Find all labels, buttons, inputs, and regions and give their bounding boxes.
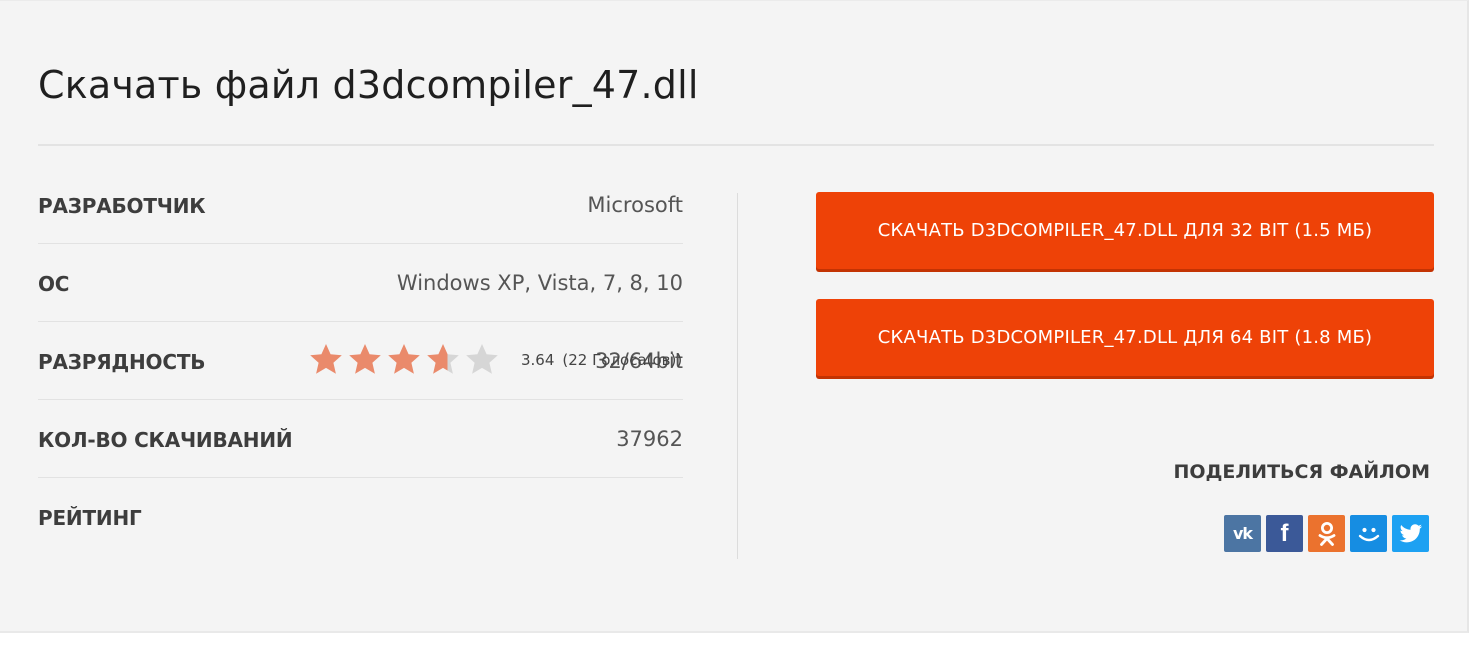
social-share-buttons: vk f — [1224, 515, 1429, 552]
vk-icon: vk — [1232, 524, 1253, 543]
odnoklassniki-share-button[interactable] — [1308, 515, 1345, 552]
info-value: Windows XP, Vista, 7, 8, 10 — [396, 271, 683, 295]
download-64bit-button[interactable]: СКАЧАТЬ D3DCOMPILER_47.DLL ДЛЯ 64 BIT (1… — [816, 299, 1434, 376]
info-row-downloads: КОЛ-ВО СКАЧИВАНИЙ 37962 — [38, 400, 683, 478]
info-label: ОС — [38, 272, 70, 296]
twitter-icon — [1399, 523, 1423, 544]
info-label: РАЗРАБОТЧИК — [38, 194, 206, 218]
rating-star-icon[interactable] — [464, 342, 500, 378]
twitter-share-button[interactable] — [1392, 515, 1429, 552]
info-row-os: ОС Windows XP, Vista, 7, 8, 10 — [38, 244, 683, 322]
rating-star-icon[interactable] — [425, 342, 461, 378]
info-label: КОЛ-ВО СКАЧИВАНИЙ — [38, 428, 293, 452]
page-title: Скачать файл d3dcompiler_47.dll — [38, 63, 699, 107]
rating-text: 3.64 (22 Голоса(ов)) — [521, 351, 682, 369]
info-label: РЕЙТИНГ — [38, 506, 142, 530]
rating-score: 3.64 — [521, 351, 555, 369]
moimir-icon — [1356, 522, 1382, 546]
info-value: Microsoft — [587, 193, 683, 217]
vk-share-button[interactable]: vk — [1224, 515, 1261, 552]
rating-star-icon[interactable] — [386, 342, 422, 378]
title-divider — [38, 144, 1434, 146]
download-card: Скачать файл d3dcompiler_47.dll РАЗРАБОТ… — [0, 0, 1469, 633]
rating-star-icon[interactable] — [308, 342, 344, 378]
info-row-rating: РЕЙТИНГ — [38, 478, 683, 556]
download-32bit-button[interactable]: СКАЧАТЬ D3DCOMPILER_47.DLL ДЛЯ 32 BIT (1… — [816, 192, 1434, 269]
info-value: 37962 — [616, 427, 683, 451]
rating-votes: (22 Голоса(ов)) — [562, 351, 683, 369]
rating-stars[interactable] — [308, 342, 503, 378]
facebook-icon: f — [1280, 519, 1289, 547]
facebook-share-button[interactable]: f — [1266, 515, 1303, 552]
rating-star-icon[interactable] — [347, 342, 383, 378]
odnoklassniki-icon — [1316, 521, 1338, 547]
info-row-developer: РАЗРАБОТЧИК Microsoft — [38, 166, 683, 244]
column-divider — [737, 193, 738, 559]
rating-widget: 3.64 (22 Голоса(ов)) — [308, 342, 682, 378]
share-title: ПОДЕЛИТЬСЯ ФАЙЛОМ — [1173, 461, 1430, 483]
info-label: РАЗРЯДНОСТЬ — [38, 350, 206, 374]
moimir-share-button[interactable] — [1350, 515, 1387, 552]
